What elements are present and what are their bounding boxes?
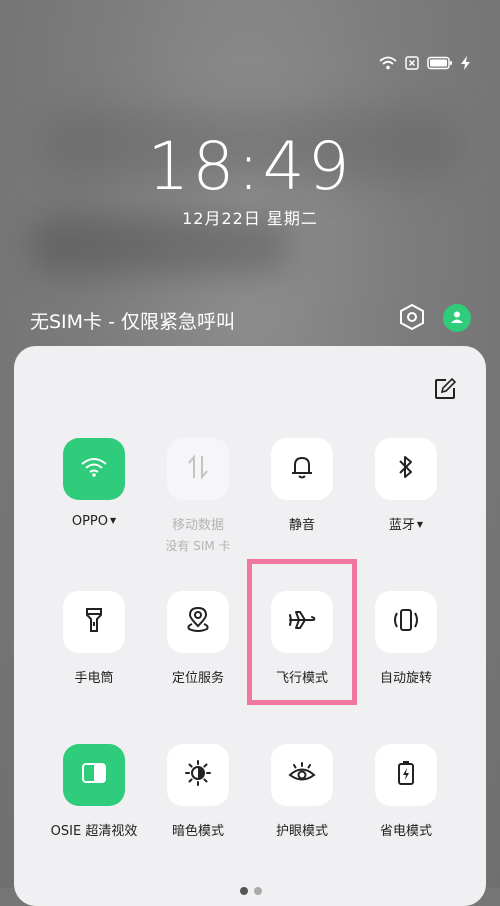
wifi-icon	[379, 56, 397, 70]
osie-icon	[81, 762, 107, 788]
tile-silent-button[interactable]	[271, 438, 333, 500]
tile-bluetooth-button[interactable]	[375, 438, 437, 500]
tile-mobile-data-button[interactable]	[167, 438, 229, 500]
tile-label: 定位服务	[171, 671, 224, 686]
tile-location-button[interactable]	[167, 591, 229, 653]
bell-icon	[291, 455, 313, 483]
dark-mode-icon	[185, 760, 211, 790]
tile-label: 自动旋转	[379, 671, 432, 686]
page-dot	[254, 887, 262, 895]
highlight-box	[247, 559, 357, 705]
tile-osie[interactable]: OSIE 超清视效	[42, 744, 146, 839]
tile-wifi-button[interactable]	[63, 438, 125, 500]
clock-date: 12月22日 星期二	[182, 209, 318, 228]
lock-screen: { "status_bar": { "icons": ["wifi-icon",…	[0, 0, 500, 906]
tile-label: 暗色模式	[171, 824, 224, 839]
dropdown-caret-icon: ▼	[110, 516, 117, 525]
tile-flashlight[interactable]: 手电筒	[42, 591, 146, 686]
flashlight-icon	[85, 607, 103, 637]
tile-battery-saver[interactable]: 省电模式	[354, 744, 458, 839]
battery-icon	[427, 56, 453, 70]
settings-button[interactable]	[395, 302, 429, 336]
page-indicator[interactable]	[240, 887, 262, 895]
tile-location[interactable]: 定位服务	[146, 591, 250, 686]
page-dot	[240, 887, 248, 895]
settings-icon	[399, 303, 425, 335]
user-icon	[450, 309, 464, 328]
tile-label: 移动数据	[171, 518, 224, 533]
tile-sublabel: 没有 SIM 卡	[165, 539, 231, 553]
tile-auto-rotate[interactable]: 自动旋转	[354, 591, 458, 686]
eye-icon	[288, 762, 316, 788]
tile-label: 护眼模式	[275, 824, 328, 839]
tile-label: OPPO	[71, 514, 108, 529]
tile-osie-button[interactable]	[63, 744, 125, 806]
tile-dark-mode-button[interactable]	[167, 744, 229, 806]
tile-flashlight-button[interactable]	[63, 591, 125, 653]
edit-tiles-button[interactable]	[432, 377, 458, 404]
battery-saver-icon	[397, 760, 415, 790]
wifi-icon	[81, 457, 107, 481]
tile-eye-care-button[interactable]	[271, 744, 333, 806]
user-avatar-button[interactable]	[443, 304, 471, 332]
location-icon	[186, 606, 210, 637]
tile-silent[interactable]: 静音	[250, 438, 354, 533]
tile-wifi[interactable]: OPPO ▼	[42, 438, 146, 529]
no-sim-icon	[405, 56, 419, 70]
status-bar	[379, 56, 470, 70]
bluetooth-icon	[398, 455, 414, 483]
clock-time: 18:49	[147, 128, 353, 205]
tile-label: 省电模式	[379, 824, 432, 839]
tile-eye-care[interactable]: 护眼模式	[250, 744, 354, 839]
tile-dark-mode[interactable]: 暗色模式	[146, 744, 250, 839]
sim-status-text: 无SIM卡 - 仅限紧急呼叫	[30, 311, 235, 333]
edit-icon	[434, 377, 457, 404]
quick-settings-panel: OPPO ▼ 移动数据 没有 SIM 卡 静音 蓝牙 ▼ 手电筒 定位服务 飞行…	[14, 346, 486, 906]
tile-label: 手电筒	[74, 671, 114, 686]
tile-battery-saver-button[interactable]	[375, 744, 437, 806]
dropdown-caret-icon: ▼	[416, 520, 424, 529]
charging-icon	[461, 56, 470, 70]
tile-mobile-data[interactable]: 移动数据 没有 SIM 卡	[146, 438, 250, 554]
tile-auto-rotate-button[interactable]	[375, 591, 437, 653]
auto-rotate-icon	[392, 608, 420, 636]
tile-label: 蓝牙	[388, 518, 415, 533]
mobile-data-icon	[187, 454, 209, 484]
tile-bluetooth[interactable]: 蓝牙 ▼	[354, 438, 458, 533]
tile-label: OSIE 超清视效	[50, 824, 138, 839]
tile-label: 静音	[288, 518, 315, 533]
